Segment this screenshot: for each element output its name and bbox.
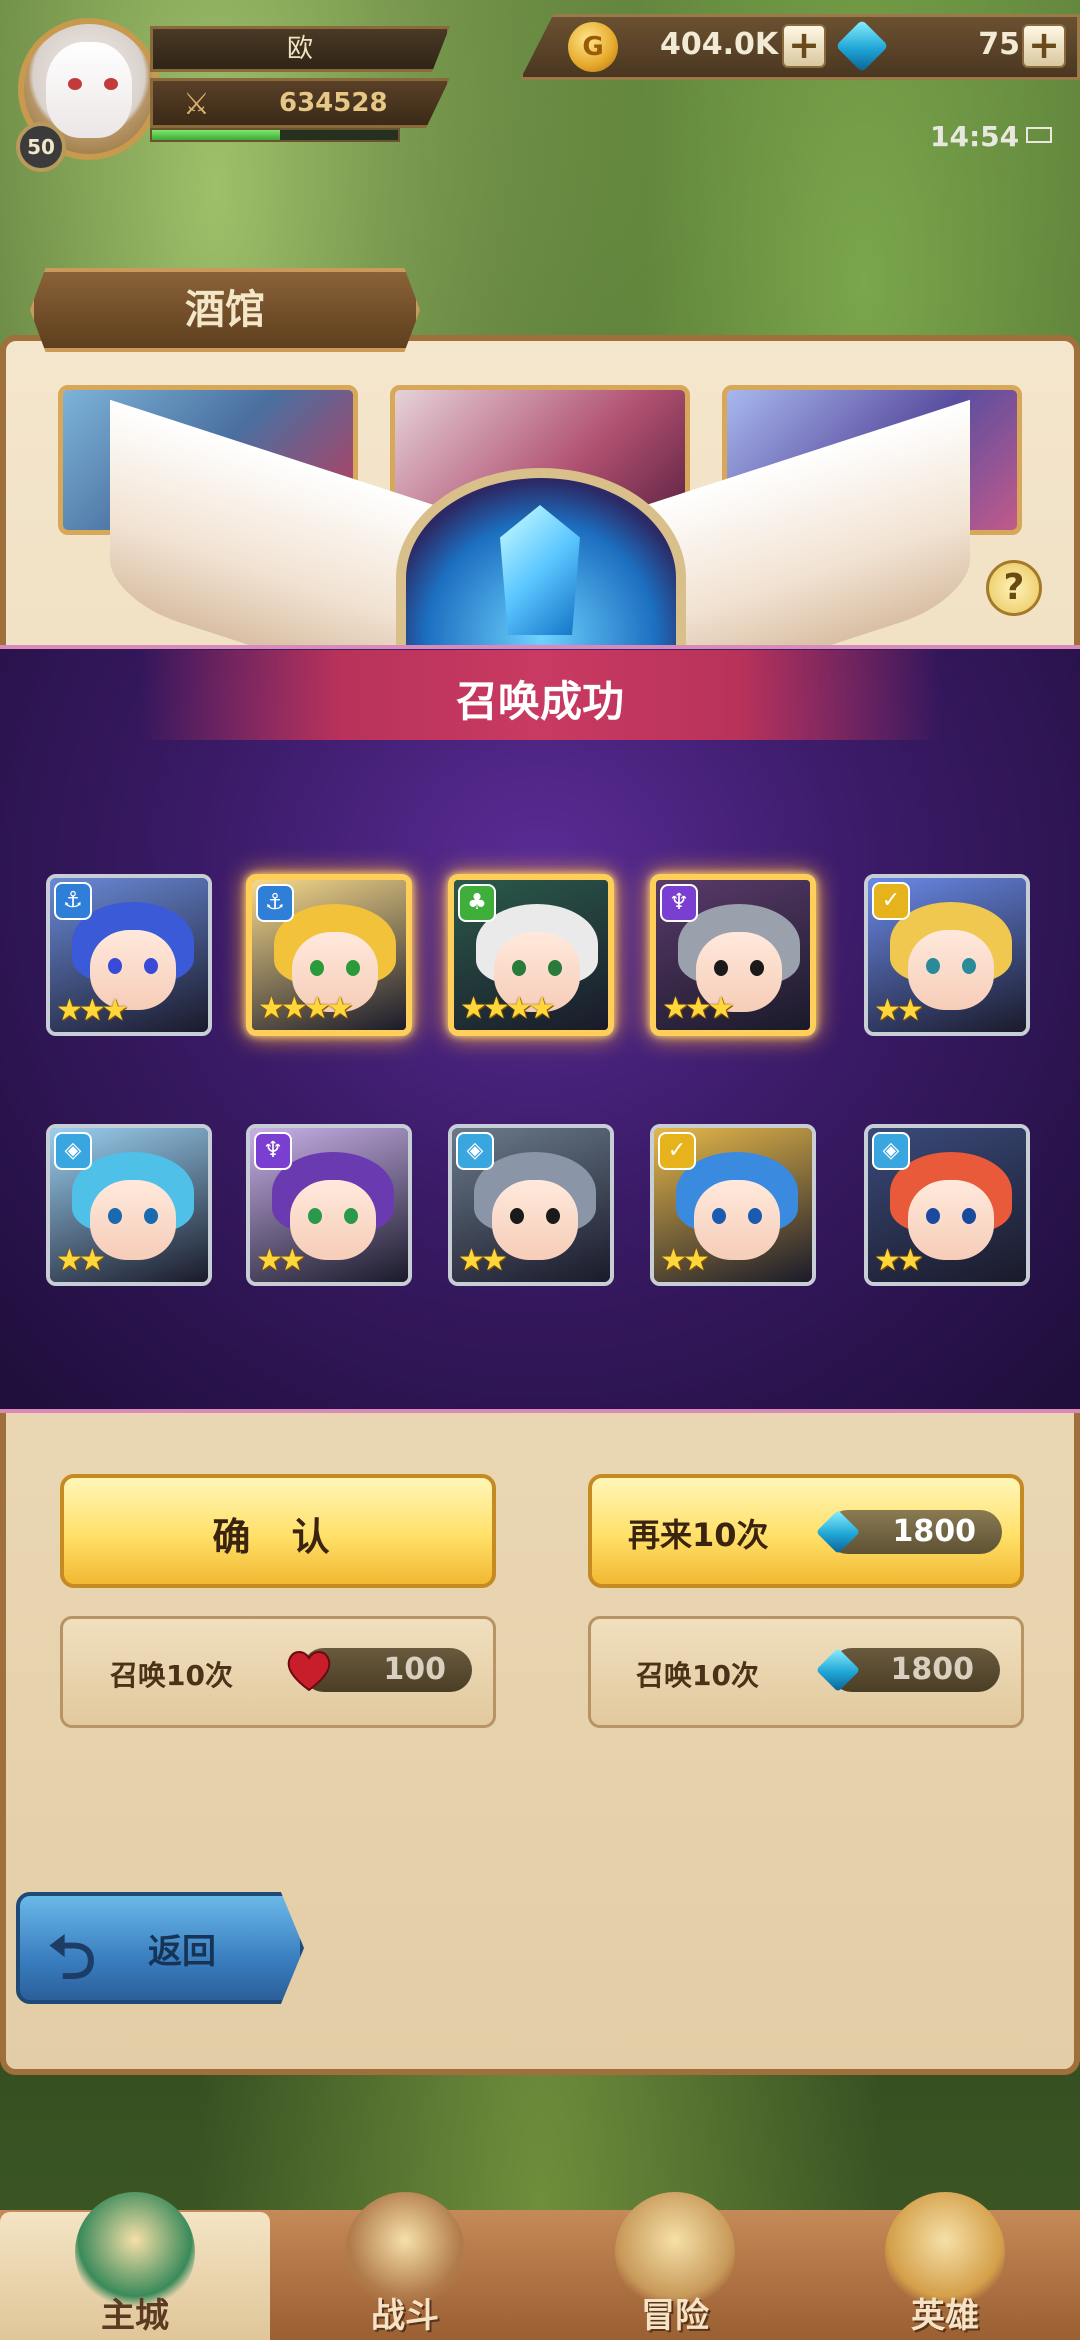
avatar-portrait — [46, 42, 132, 138]
back-button-label: 返回 — [148, 1932, 216, 1972]
summon-again-label: 再来10次 — [628, 1516, 769, 1554]
hero-eye — [748, 1208, 762, 1224]
hero-eye — [714, 960, 728, 976]
add-gold-button[interactable]: + — [782, 24, 826, 68]
avatar-eye-right — [104, 78, 118, 90]
hero-face — [908, 1180, 994, 1260]
hero-face — [90, 1180, 176, 1260]
light-faction-icon: ✓ — [658, 1132, 696, 1170]
avatar-eye-left — [68, 78, 82, 90]
hero-eye — [548, 960, 562, 976]
hero-face — [694, 1180, 780, 1260]
water-faction-icon: ◈ — [456, 1132, 494, 1170]
heart-icon — [287, 1651, 331, 1692]
hero-eye — [308, 1208, 322, 1224]
water-faction-icon: ◈ — [54, 1132, 92, 1170]
hero-eye — [712, 1208, 726, 1224]
star-rating: ★★ — [458, 1243, 508, 1278]
summon-10-gem-label: 召唤10次 — [636, 1659, 759, 1692]
hero-face — [908, 930, 994, 1010]
hero-card[interactable]: ⚓ ★★★ — [46, 874, 212, 1036]
power-value: 634528 — [279, 88, 388, 118]
star-rating: ★★ — [660, 1243, 710, 1278]
nav-item-label: 冒险 — [641, 2296, 709, 2336]
hero-card[interactable]: ◈ ★★ — [864, 1124, 1030, 1286]
hero-eye — [108, 1208, 122, 1224]
hero-eye — [962, 1208, 976, 1224]
hero-eye — [962, 958, 976, 974]
hero-eye — [344, 1208, 358, 1224]
battery-icon — [1026, 127, 1052, 143]
hero-eye — [108, 958, 122, 974]
hero-card[interactable]: ♆ ★★★ — [650, 874, 816, 1036]
star-rating: ★★★★ — [258, 991, 354, 1026]
clock-time: 14:54 — [930, 120, 1020, 153]
crossed-swords-icon: ⚔ — [183, 87, 210, 122]
nav-item-label: 英雄 — [911, 2296, 979, 2336]
summon-10-friendship-label: 召唤10次 — [110, 1659, 233, 1692]
hero-eye — [346, 960, 360, 976]
gold-coin-icon: G — [568, 22, 618, 72]
tavern-title: 酒馆 — [30, 268, 420, 352]
summon-result-title: 召唤成功 — [455, 677, 624, 726]
gold-amount: 404.0K — [660, 27, 779, 62]
hero-card[interactable]: ✓ ★★ — [864, 874, 1030, 1036]
star-rating: ★★★ — [56, 993, 129, 1028]
anchor-faction-icon: ⚓ — [256, 884, 294, 922]
nav-item-label: 战斗 — [371, 2296, 439, 2336]
help-button[interactable]: ? — [986, 560, 1042, 616]
star-rating: ★★ — [256, 1243, 306, 1278]
hero-eye — [926, 1208, 940, 1224]
star-rating: ★★ — [874, 1243, 924, 1278]
confirm-button-label: 确 认 — [212, 1515, 344, 1559]
hero-card[interactable]: ◈ ★★ — [46, 1124, 212, 1286]
hero-eye — [512, 960, 526, 976]
star-rating: ★★★★ — [460, 991, 556, 1026]
hero-eye — [144, 958, 158, 974]
hero-card[interactable]: ♆ ★★ — [246, 1124, 412, 1286]
hero-face — [492, 1180, 578, 1260]
anchor-faction-icon: ⚓ — [54, 882, 92, 920]
star-rating: ★★★ — [662, 991, 735, 1026]
gem-amount: 75 — [978, 27, 1020, 62]
add-gems-button[interactable]: + — [1022, 24, 1066, 68]
hero-eye — [926, 958, 940, 974]
hero-card[interactable]: ⚓ ★★★★ — [246, 874, 412, 1036]
power-panel: ⚔ 634528 — [150, 78, 450, 128]
demon-faction-icon: ♆ — [254, 1132, 292, 1170]
hero-card[interactable]: ♣ ★★★★ — [448, 874, 614, 1036]
nav-item-label: 主城 — [101, 2296, 169, 2336]
player-name: 欧 — [150, 26, 450, 72]
xp-bar-fill — [152, 130, 280, 140]
hero-card[interactable]: ◈ ★★ — [448, 1124, 614, 1286]
light-faction-icon: ✓ — [872, 882, 910, 920]
hero-face — [290, 1180, 376, 1260]
hero-eye — [510, 1208, 524, 1224]
hero-card[interactable]: ✓ ★★ — [650, 1124, 816, 1286]
hero-eye — [144, 1208, 158, 1224]
hero-eye — [310, 960, 324, 976]
water-faction-icon: ◈ — [872, 1132, 910, 1170]
back-arrow-icon: ⮌ — [48, 1923, 97, 1993]
star-rating: ★★ — [56, 1243, 106, 1278]
hero-eye — [546, 1208, 560, 1224]
nature-faction-icon: ♣ — [458, 884, 496, 922]
star-rating: ★★ — [874, 993, 924, 1028]
demon-faction-icon: ♆ — [660, 884, 698, 922]
xp-bar — [150, 128, 400, 142]
hero-eye — [750, 960, 764, 976]
player-level-badge: 50 — [16, 122, 66, 172]
